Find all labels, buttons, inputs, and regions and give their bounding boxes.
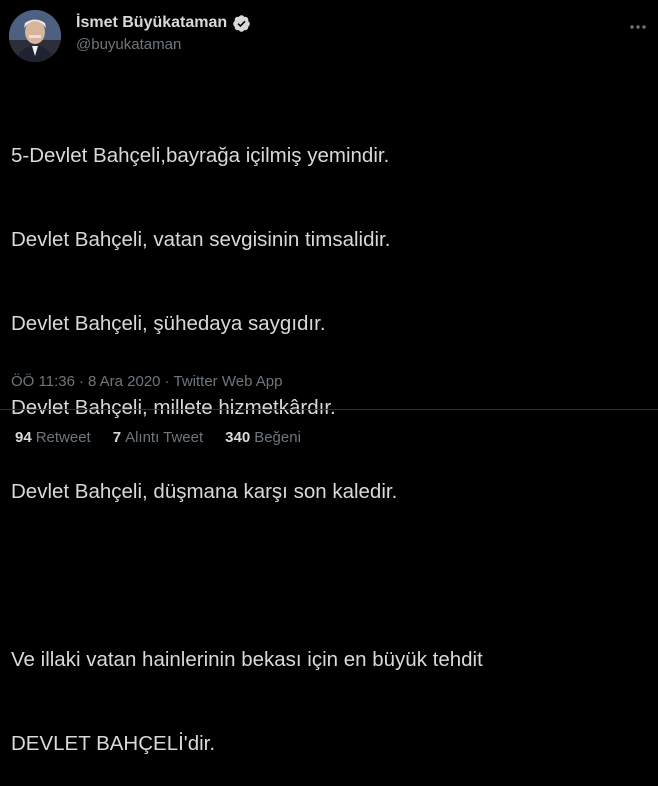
tweet-metadata: ÖÖ 11:36 · 8 Ara 2020 · Twitter Web App (11, 372, 282, 392)
tweet-line: DEVLET BAHÇELİ'dir. (11, 732, 216, 755)
author-handle[interactable]: @buyukataman (76, 36, 251, 54)
tweet-line: Ve illaki vatan hainlerinin bekası için … (11, 648, 483, 671)
profile-photo-icon (9, 10, 61, 62)
likes-stat[interactable]: 340 Beğeni (225, 428, 301, 448)
engagement-stats: 94 Retweet 7 Alıntı Tweet 340 Beğeni (15, 428, 301, 448)
tweet-line: Devlet Bahçeli, şühedaya saygıdır. (11, 312, 326, 335)
author-info: İsmet Büyükataman @buyukataman (76, 13, 251, 54)
more-horizontal-icon[interactable] (627, 16, 649, 38)
tweet-line: Devlet Bahçeli, vatan sevgisinin timsali… (11, 228, 391, 251)
tweet-line: 5-Devlet Bahçeli,bayrağa içilmiş yemindi… (11, 144, 390, 167)
display-name-row: İsmet Büyükataman (76, 13, 251, 33)
avatar[interactable] (9, 10, 61, 62)
meta-separator: · (164, 373, 170, 390)
display-name[interactable]: İsmet Büyükataman (76, 13, 227, 33)
verified-badge-icon (232, 14, 251, 33)
quote-tweets-stat[interactable]: 7 Alıntı Tweet (113, 428, 203, 448)
tweet-header: İsmet Büyükataman @buyukataman (9, 8, 649, 64)
divider (0, 409, 658, 410)
meta-separator: · (78, 373, 84, 390)
tweet-line: Devlet Bahçeli, millete hizmetkârdır. (11, 396, 336, 419)
retweets-stat[interactable]: 94 Retweet (15, 428, 91, 448)
source-app-link[interactable]: Twitter Web App (174, 372, 283, 392)
quote-tweets-label: Alıntı Tweet (125, 429, 204, 446)
tweet-date[interactable]: 8 Ara 2020 (88, 372, 161, 392)
retweets-count: 94 (15, 429, 32, 446)
quote-tweets-count: 7 (112, 429, 122, 446)
tweet-time[interactable]: ÖÖ 11:36 (11, 372, 75, 392)
likes-count: 340 (225, 429, 251, 446)
tweet-line: Devlet Bahçeli, düşmana karşı son kaledi… (11, 480, 398, 503)
retweets-label: Retweet (35, 429, 91, 446)
likes-label: Beğeni (254, 429, 301, 446)
